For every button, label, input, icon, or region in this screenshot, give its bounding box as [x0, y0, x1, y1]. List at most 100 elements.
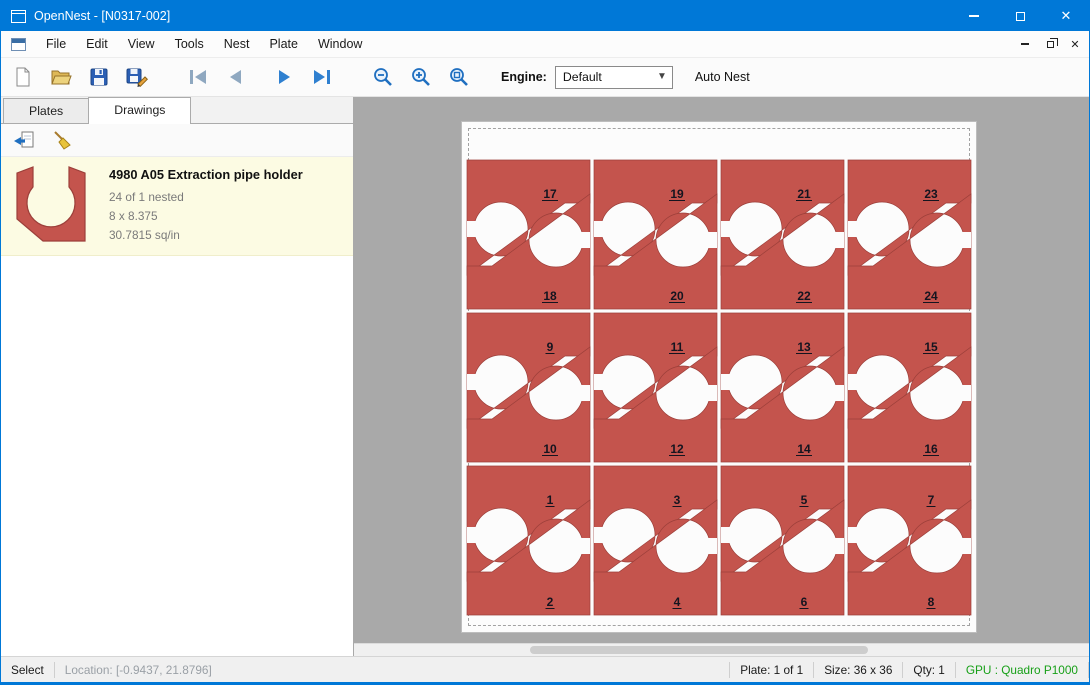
mdi-child-icon[interactable] — [11, 38, 26, 51]
status-plate: Plate: 1 of 1 — [730, 663, 813, 677]
drawing-dimensions: 8 x 8.375 — [109, 207, 303, 226]
part-number[interactable]: 7 — [928, 493, 935, 507]
part-slot-opening — [962, 538, 971, 554]
clean-button[interactable] — [47, 126, 77, 154]
menu-file[interactable]: File — [36, 32, 76, 56]
engine-select[interactable]: Default ▼ — [555, 66, 673, 89]
part-number[interactable]: 6 — [801, 595, 808, 609]
nest-pair[interactable]: 9 10 — [467, 313, 590, 462]
nest-canvas[interactable]: 171819202122232491011121314151612345678 — [354, 97, 1089, 656]
part-number[interactable]: 10 — [543, 442, 557, 456]
nest-pair[interactable]: 21 22 — [721, 160, 844, 309]
part-number[interactable]: 19 — [670, 187, 684, 201]
part-number[interactable]: 8 — [928, 595, 935, 609]
part-number[interactable]: 22 — [797, 289, 811, 303]
zoom-out-button[interactable] — [367, 61, 399, 93]
part-slot-opening — [708, 232, 717, 248]
part-number[interactable]: 3 — [674, 493, 681, 507]
drawing-title: 4980 A05 Extraction pipe holder — [109, 167, 303, 182]
mdi-close-button[interactable]: ✕ — [1064, 34, 1086, 54]
zoom-in-button[interactable] — [405, 61, 437, 93]
part-number[interactable]: 18 — [543, 289, 557, 303]
maximize-icon — [1016, 12, 1025, 21]
mdi-restore-button[interactable] — [1039, 34, 1061, 54]
save-icon — [88, 66, 110, 88]
previous-plate-button[interactable] — [219, 61, 251, 93]
last-plate-button[interactable] — [307, 61, 339, 93]
open-button[interactable] — [45, 61, 77, 93]
last-arrow-icon — [312, 68, 334, 86]
nest-pair[interactable]: 1718 — [467, 160, 590, 309]
save-as-button[interactable] — [121, 61, 153, 93]
nest-pair[interactable]: 78 — [848, 466, 971, 615]
maximize-button[interactable] — [997, 1, 1043, 31]
nest-pair[interactable]: 34 — [594, 466, 717, 615]
mdi-close-icon: ✕ — [1070, 38, 1079, 51]
menu-plate[interactable]: Plate — [259, 32, 308, 56]
new-button[interactable] — [7, 61, 39, 93]
menu-view[interactable]: View — [118, 32, 165, 56]
menu-window[interactable]: Window — [308, 32, 372, 56]
part-number[interactable]: 15 — [924, 340, 938, 354]
menu-nest[interactable]: Nest — [214, 32, 260, 56]
zoom-extents-icon — [448, 66, 470, 88]
part-number[interactable]: 12 — [670, 442, 684, 456]
scrollbar-thumb[interactable] — [530, 646, 868, 654]
save-button[interactable] — [83, 61, 115, 93]
zoom-extents-button[interactable] — [443, 61, 475, 93]
part-number[interactable]: 9 — [547, 340, 554, 354]
mdi-minimize-button[interactable] — [1014, 34, 1036, 54]
first-plate-button[interactable] — [181, 61, 213, 93]
auto-nest-button[interactable]: Auto Nest — [695, 70, 750, 84]
part-slot-opening — [721, 527, 730, 543]
next-plate-button[interactable] — [269, 61, 301, 93]
horizontal-scrollbar[interactable] — [354, 643, 1089, 656]
part-number[interactable]: 14 — [797, 442, 811, 456]
part-slot-opening — [848, 221, 857, 237]
nest-pair[interactable]: 12 — [467, 466, 590, 615]
part-slot-opening — [594, 221, 603, 237]
status-bar: Select Location: [-0.9437, 21.8796] Plat… — [1, 656, 1089, 682]
menu-edit[interactable]: Edit — [76, 32, 118, 56]
drawings-toolbar — [1, 124, 353, 157]
part-number[interactable]: 16 — [924, 442, 938, 456]
nest-pair[interactable]: 13 14 — [721, 313, 844, 462]
part-number[interactable]: 20 — [670, 289, 684, 303]
nest-pair[interactable]: 1516 — [848, 313, 971, 462]
reload-drawing-icon — [12, 129, 36, 151]
part-number[interactable]: 13 — [797, 340, 811, 354]
part-slot-opening — [835, 385, 844, 401]
tab-plates[interactable]: Plates — [3, 98, 89, 123]
part-number[interactable]: 24 — [924, 289, 938, 303]
part-number[interactable]: 11 — [671, 340, 684, 354]
drawing-list-item[interactable]: 4980 A05 Extraction pipe holder 24 of 1 … — [1, 157, 353, 256]
drawing-area: 30.7815 sq/in — [109, 226, 303, 245]
part-number[interactable]: 5 — [801, 493, 808, 507]
part-number[interactable]: 2 — [547, 595, 554, 609]
part-number[interactable]: 4 — [674, 595, 681, 609]
part-number[interactable]: 21 — [797, 187, 811, 201]
nest-pair[interactable]: 23 24 — [848, 160, 971, 309]
close-button[interactable]: ✕ — [1043, 1, 1089, 31]
part-slot-opening — [835, 538, 844, 554]
part-number[interactable]: 1 — [547, 493, 554, 507]
part-number[interactable]: 17 — [543, 187, 557, 201]
app-icon — [11, 10, 26, 23]
engine-label: Engine: — [501, 70, 547, 84]
tab-drawings[interactable]: Drawings — [88, 97, 191, 124]
previous-arrow-icon — [224, 68, 246, 86]
next-arrow-icon — [274, 68, 296, 86]
part-slot-opening — [848, 374, 857, 390]
nest-pair[interactable]: 11 12 — [594, 313, 717, 462]
zoom-out-icon — [372, 66, 394, 88]
reload-drawing-button[interactable] — [9, 126, 39, 154]
part-number[interactable]: 23 — [924, 187, 938, 201]
status-size: Size: 36 x 36 — [814, 663, 902, 677]
status-gpu: GPU : Quadro P1000 — [956, 663, 1088, 677]
menu-tools[interactable]: Tools — [165, 32, 214, 56]
mdi-restore-icon — [1047, 41, 1054, 48]
nest-pair[interactable]: 56 — [721, 466, 844, 615]
minimize-button[interactable] — [951, 1, 997, 31]
drawings-list: 4980 A05 Extraction pipe holder 24 of 1 … — [1, 157, 353, 656]
nest-pair[interactable]: 1920 — [594, 160, 717, 309]
